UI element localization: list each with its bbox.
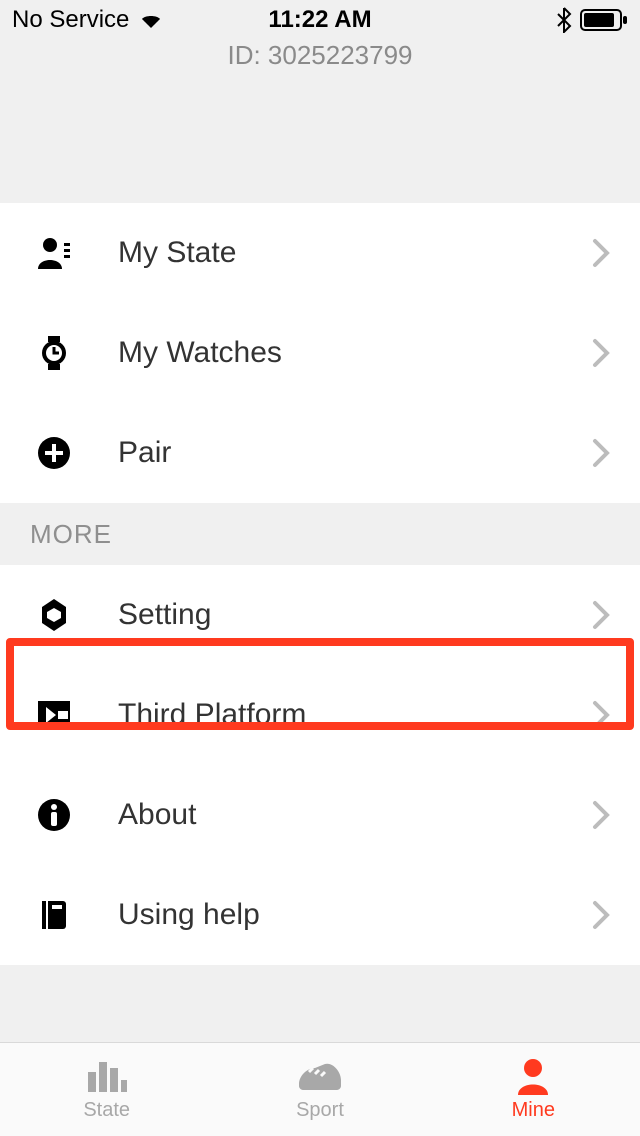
chevron-right-icon <box>592 800 610 830</box>
tab-state[interactable]: State <box>0 1043 213 1136</box>
status-bar: No Service 11:22 AM <box>0 0 640 40</box>
battery-icon <box>580 9 628 31</box>
row-label: My Watches <box>118 336 282 370</box>
person-icon <box>515 1057 551 1095</box>
chevron-right-icon <box>592 438 610 468</box>
row-label: Using help <box>118 898 260 932</box>
carrier-text: No Service <box>12 6 129 34</box>
tab-sport[interactable]: Sport <box>213 1043 426 1136</box>
chevron-right-icon <box>592 238 610 268</box>
list-main: My State My Watches Pair <box>0 203 640 503</box>
bars-icon <box>86 1057 128 1095</box>
chevron-right-icon <box>592 338 610 368</box>
row-label: My State <box>118 236 236 270</box>
row-label: About <box>118 798 196 832</box>
header-gap <box>0 83 640 203</box>
bluetooth-icon <box>556 7 572 33</box>
section-more: MORE <box>0 503 640 565</box>
tab-label: Sport <box>296 1099 344 1122</box>
shoe-icon <box>295 1057 345 1095</box>
row-label: Setting <box>118 598 211 632</box>
row-using-help[interactable]: Using help <box>0 865 640 965</box>
clock-text: 11:22 AM <box>268 6 371 34</box>
row-my-watches[interactable]: My Watches <box>0 303 640 403</box>
person-icon <box>30 235 78 271</box>
chevron-right-icon <box>592 700 610 730</box>
row-pair[interactable]: Pair <box>0 403 640 503</box>
tab-label: State <box>83 1099 130 1122</box>
row-about[interactable]: About <box>0 765 640 865</box>
header-id: ID: 3025223799 <box>0 40 640 83</box>
gear-icon <box>30 597 78 633</box>
plus-circle-icon <box>30 435 78 471</box>
tab-mine[interactable]: Mine <box>427 1043 640 1136</box>
tab-bar: State Sport Mine <box>0 1042 640 1136</box>
row-my-state[interactable]: My State <box>0 203 640 303</box>
row-setting[interactable]: Setting <box>0 565 640 665</box>
row-third-platform[interactable]: Third Platform <box>0 665 640 765</box>
tab-label: Mine <box>512 1099 555 1122</box>
row-label: Pair <box>118 436 171 470</box>
book-icon <box>30 897 78 933</box>
row-label: Third Platform <box>118 698 306 732</box>
wifi-icon <box>139 10 163 30</box>
info-icon <box>30 797 78 833</box>
third-platform-icon <box>30 697 78 733</box>
chevron-right-icon <box>592 600 610 630</box>
list-more: Setting Third Platform About Using help <box>0 565 640 965</box>
watch-icon <box>30 335 78 371</box>
chevron-right-icon <box>592 900 610 930</box>
